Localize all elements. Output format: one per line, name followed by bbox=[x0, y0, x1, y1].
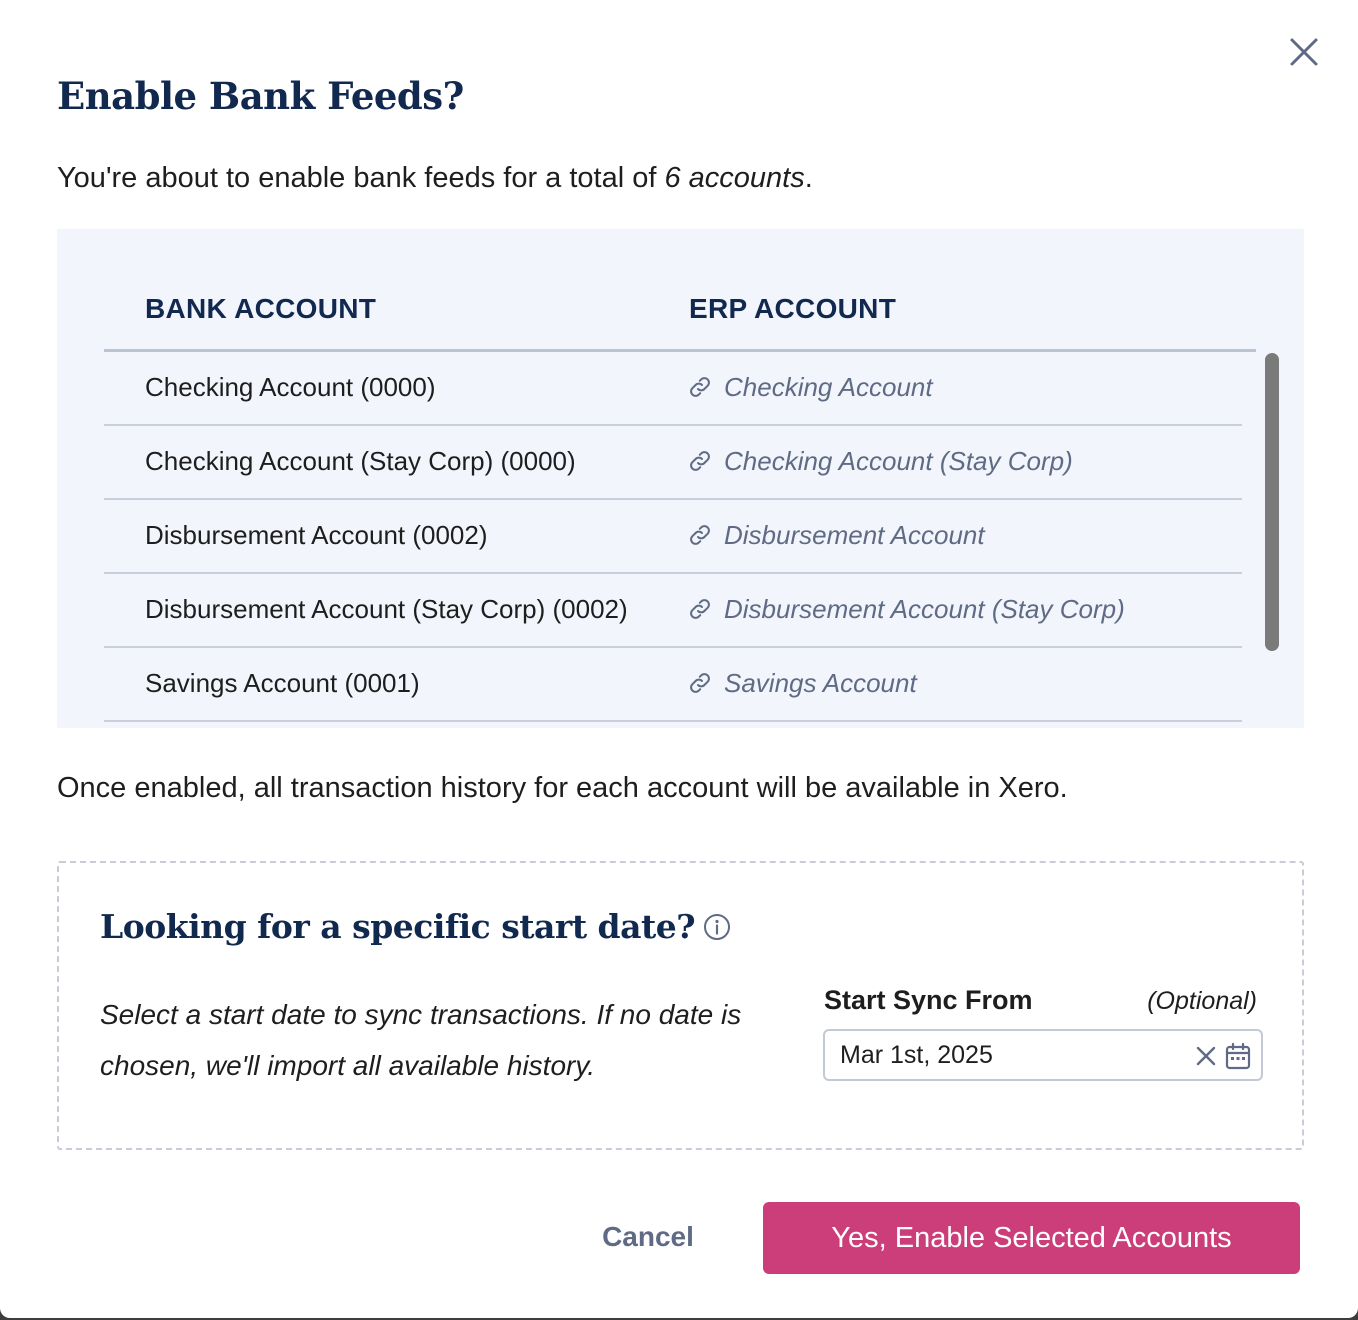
cancel-button[interactable]: Cancel bbox=[583, 1204, 713, 1270]
link-icon bbox=[690, 599, 710, 619]
optional-label: (Optional) bbox=[1147, 987, 1257, 1015]
table-row: Checking Account (0000) Checking Account bbox=[104, 352, 1242, 426]
enable-accounts-button[interactable]: Yes, Enable Selected Accounts bbox=[763, 1202, 1300, 1274]
link-icon bbox=[690, 525, 710, 545]
erp-account-cell: Disbursement Account (Stay Corp) bbox=[688, 594, 1125, 625]
intro-suffix: . bbox=[804, 162, 813, 194]
link-icon bbox=[690, 673, 710, 693]
start-date-value[interactable]: Mar 1st, 2025 bbox=[840, 1041, 993, 1070]
accounts-table: BANK ACCOUNT ERP ACCOUNT Checking Accoun… bbox=[57, 229, 1304, 728]
bank-account-cell: Checking Account (Stay Corp) (0000) bbox=[145, 446, 576, 476]
enable-bank-feeds-dialog: Enable Bank Feeds? You're about to enabl… bbox=[0, 0, 1358, 1318]
table-row: Savings Account (0001) Savings Account bbox=[104, 648, 1242, 722]
erp-account-label: Savings Account bbox=[724, 668, 917, 698]
info-icon[interactable] bbox=[703, 913, 731, 941]
erp-account-cell: Checking Account (Stay Corp) bbox=[688, 446, 1073, 477]
close-icon[interactable] bbox=[1286, 34, 1322, 70]
erp-account-label: Checking Account bbox=[724, 372, 933, 402]
bank-account-cell: Disbursement Account (Stay Corp) (0002) bbox=[145, 594, 628, 624]
bank-account-cell: Disbursement Account (0002) bbox=[145, 520, 488, 550]
column-header-erp-account: ERP ACCOUNT bbox=[689, 293, 897, 324]
erp-account-label: Disbursement Account (Stay Corp) bbox=[724, 594, 1125, 624]
start-date-title: Looking for a specific start date? bbox=[100, 907, 696, 946]
link-icon bbox=[690, 451, 710, 471]
column-header-bank-account: BANK ACCOUNT bbox=[145, 293, 377, 324]
intro-prefix: You're about to enable bank feeds for a … bbox=[57, 162, 665, 194]
calendar-icon[interactable] bbox=[1225, 1042, 1251, 1070]
close-icon[interactable] bbox=[1195, 1045, 1217, 1067]
erp-account-cell: Savings Account bbox=[688, 668, 917, 699]
intro-account-count: 6 accounts bbox=[664, 162, 805, 194]
start-date-heading: Looking for a specific start date? bbox=[100, 907, 731, 946]
erp-account-label: Disbursement Account bbox=[724, 520, 985, 550]
start-date-help: Select a start date to sync transactions… bbox=[100, 999, 742, 1081]
table-row: Disbursement Account (Stay Corp) (0002) … bbox=[104, 574, 1242, 648]
start-date-section: Looking for a specific start date? Selec… bbox=[57, 861, 1304, 1150]
start-date-field[interactable]: Mar 1st, 2025 bbox=[823, 1029, 1263, 1081]
table-row: Checking Account (Stay Corp) (0000) Chec… bbox=[104, 426, 1242, 500]
table-scrollbar[interactable] bbox=[1265, 353, 1279, 651]
erp-account-cell: Disbursement Account bbox=[688, 520, 985, 551]
erp-account-label: Checking Account (Stay Corp) bbox=[724, 446, 1073, 476]
erp-account-cell: Checking Account bbox=[688, 372, 933, 403]
bank-account-cell: Savings Account (0001) bbox=[145, 668, 420, 698]
link-icon bbox=[690, 377, 710, 397]
table-row: Disbursement Account (0002) Disbursement… bbox=[104, 500, 1242, 574]
start-sync-label: Start Sync From bbox=[824, 985, 1033, 1015]
intro-text: You're about to enable bank feeds for a … bbox=[57, 162, 813, 195]
bank-account-cell: Checking Account (0000) bbox=[145, 372, 436, 402]
dialog-title: Enable Bank Feeds? bbox=[57, 74, 464, 118]
history-note: Once enabled, all transaction history fo… bbox=[57, 772, 1068, 804]
